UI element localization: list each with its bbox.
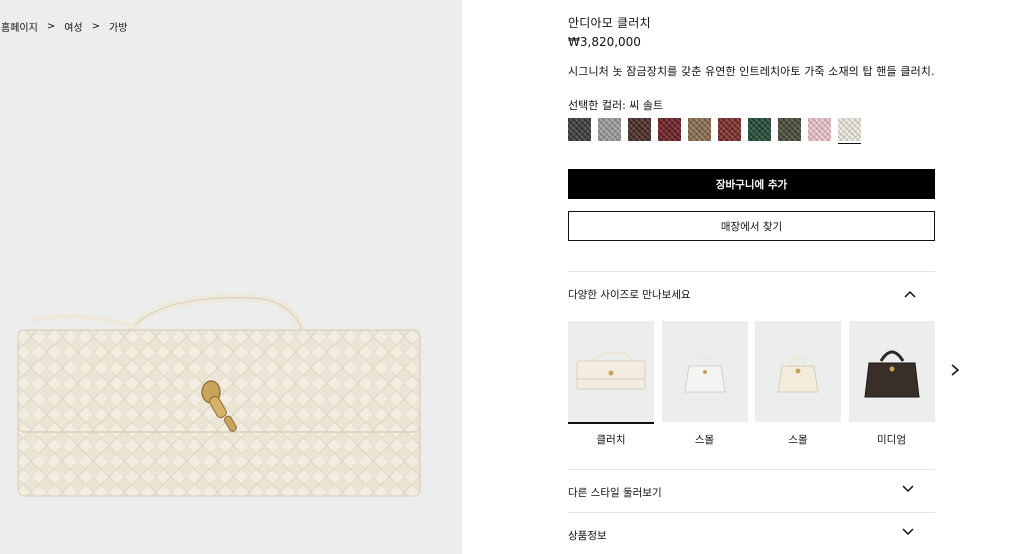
product-image-panel: 홈페이지 > 여성 > 가방 <box>0 0 462 554</box>
product-info-section-title[interactable]: 상품정보 <box>568 528 607 543</box>
size-inactive-indicator <box>662 422 748 424</box>
more-styles-section-title[interactable]: 다른 스타일 둘러보기 <box>568 485 662 500</box>
color-swatch-fill <box>688 118 711 141</box>
breadcrumb-bags[interactable]: 가방 <box>109 19 127 34</box>
product-name: 안디아모 클러치 <box>568 16 651 30</box>
product-hero-image[interactable] <box>0 290 440 510</box>
medium-dark-bag-thumbnail <box>848 321 935 422</box>
chevron-up-icon[interactable] <box>903 288 917 302</box>
size-card-small-2[interactable]: 스몰 <box>755 321 841 447</box>
color-swatch-fill <box>718 118 741 141</box>
product-description: 시그니처 놋 잠금장치를 갖춘 유연한 인트레치아토 가죽 소재의 탑 핸들 클… <box>568 65 935 78</box>
color-swatch-fill <box>658 118 681 141</box>
small-white-bag-thumbnail <box>661 321 748 422</box>
color-swatch-fill <box>568 118 591 141</box>
color-swatch[interactable] <box>598 118 622 142</box>
chevron-down-icon[interactable] <box>901 525 915 539</box>
size-card-small[interactable]: 스몰 <box>661 321 748 447</box>
breadcrumb-women[interactable]: 여성 <box>64 19 82 34</box>
color-swatch[interactable] <box>688 118 712 142</box>
breadcrumb-separator: > <box>46 21 56 32</box>
size-card-clutch[interactable]: 클러치 <box>568 321 654 447</box>
size-inactive-indicator <box>849 422 935 424</box>
color-swatch[interactable] <box>838 118 862 144</box>
color-swatch-fill <box>748 118 771 141</box>
color-swatch[interactable] <box>718 118 742 142</box>
color-swatch[interactable] <box>568 118 592 142</box>
color-swatch-fill <box>808 118 831 141</box>
color-swatch[interactable] <box>778 118 802 142</box>
divider <box>568 512 935 513</box>
size-label: 클러치 <box>596 434 626 446</box>
color-swatch[interactable] <box>628 118 652 142</box>
color-swatch-fill <box>628 118 651 141</box>
add-to-cart-button[interactable]: 장바구니에 추가 <box>568 169 935 199</box>
size-label: 스몰 <box>788 434 808 446</box>
size-label: 미디엄 <box>877 434 906 446</box>
size-inactive-indicator <box>755 422 841 424</box>
color-swatch-fill <box>598 118 621 141</box>
product-details-panel: 안디아모 클러치 ₩3,820,000 시그니처 놋 잠금장치를 갖춘 유연한 … <box>462 0 1013 554</box>
breadcrumb-separator: > <box>91 21 100 32</box>
size-carousel: 클러치 스몰 스몰 미디엄 <box>568 321 942 447</box>
breadcrumb-home[interactable]: 홈페이지 <box>1 19 38 34</box>
product-price: ₩3,820,000 <box>568 35 641 49</box>
size-label: 스몰 <box>694 434 715 446</box>
chevron-down-icon[interactable] <box>901 482 915 496</box>
find-in-store-button[interactable]: 매장에서 찾기 <box>568 211 935 241</box>
chevron-right-icon[interactable] <box>949 363 961 377</box>
selected-color-label: 선택한 컬러: 씨 솔트 <box>568 99 664 112</box>
divider <box>568 469 935 470</box>
small-cream-bag-thumbnail <box>755 321 841 422</box>
breadcrumb: 홈페이지 > 여성 > 가방 <box>1 19 127 34</box>
size-active-indicator <box>568 422 654 424</box>
divider <box>568 271 935 272</box>
color-swatches <box>568 118 868 144</box>
clutch-thumbnail <box>568 321 654 422</box>
size-card-medium[interactable]: 미디엄 <box>848 321 935 447</box>
color-swatch[interactable] <box>658 118 682 142</box>
color-swatch[interactable] <box>748 118 772 142</box>
sizes-section-title[interactable]: 다양한 사이즈로 만나보세요 <box>568 287 691 302</box>
color-swatch-fill <box>778 118 801 141</box>
color-swatch[interactable] <box>808 118 832 142</box>
color-swatch-fill <box>838 118 861 141</box>
